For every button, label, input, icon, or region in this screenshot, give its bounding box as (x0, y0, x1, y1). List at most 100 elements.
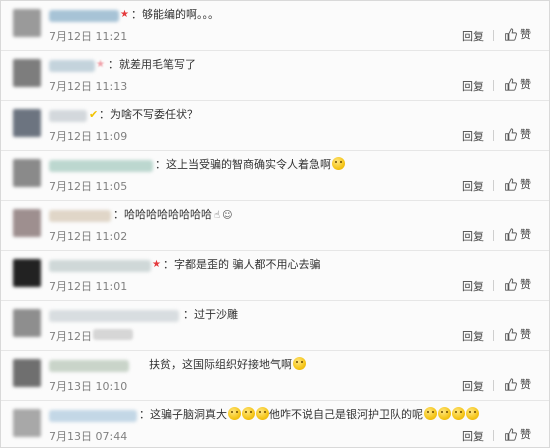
reply-button[interactable]: 回复 (462, 378, 484, 394)
comment-timestamp: 7月12日 11:01 (49, 280, 128, 293)
emoji-face-icon (293, 357, 306, 370)
like-label: 赞 (520, 128, 531, 141)
like-label: 赞 (520, 378, 531, 391)
reply-button[interactable]: 回复 (462, 328, 484, 344)
comment-row: ★ ：字都是歪的 骗人都不用心去骗 7月12日 11:01 回复 赞 (1, 251, 549, 301)
thumbs-up-icon (505, 327, 517, 341)
comment-timestamp: 7月13日 10:10 (49, 380, 128, 393)
avatar[interactable] (13, 359, 41, 387)
comment-row: ★ ：就差用毛笔写了 7月12日 11:13 回复 赞 (1, 51, 549, 101)
emoji-face-icon (228, 407, 241, 420)
like-button[interactable]: 赞 (504, 26, 531, 42)
avatar[interactable] (13, 209, 41, 237)
comment-text: 扶贫，这国际组织好接地气啊 (149, 357, 306, 373)
reply-button[interactable]: 回复 (462, 428, 484, 444)
thumbs-up-icon (505, 127, 517, 141)
divider (493, 130, 494, 141)
comment-list: ★ ：够能编的啊。。。 7月12日 11:21 回复 赞 ★ ：就差用毛笔写了 … (0, 0, 550, 448)
avatar[interactable] (13, 59, 41, 87)
comment-row: ：哈哈哈哈哈哈哈哈 ☝ ☺ 7月12日 11:02 回复 赞 (1, 201, 549, 251)
star-badge-icon: ★ (120, 9, 129, 20)
like-button[interactable]: 赞 (504, 426, 531, 442)
emoji-face-icon (332, 157, 345, 170)
divider (493, 430, 494, 441)
star-badge-icon: ★ (96, 59, 105, 70)
comment-row: ✔ ：为啥不写委任状？ 7月12日 11:09 回复 赞 (1, 101, 549, 151)
avatar[interactable] (13, 309, 41, 337)
like-label: 赞 (520, 328, 531, 341)
comment-text: ：这上当受骗的智商确实令人着急啊 (155, 157, 345, 173)
username-blurred[interactable] (49, 310, 179, 322)
emoji-face-icon (466, 407, 479, 420)
like-button[interactable]: 赞 (504, 376, 531, 392)
like-button[interactable]: 赞 (504, 76, 531, 92)
username-blurred[interactable] (49, 210, 111, 222)
divider (493, 280, 494, 291)
thumbs-up-icon (505, 27, 517, 41)
username-blurred[interactable] (49, 260, 151, 272)
emoji-face-icon (438, 407, 451, 420)
comment-timestamp: 7月12日 11:13 (49, 80, 128, 93)
emoji-face-icon (256, 407, 269, 420)
divider (493, 330, 494, 341)
emoji-face-icon (424, 407, 437, 420)
comment-timestamp: 7月12日 11:09 (49, 130, 128, 143)
like-label: 赞 (520, 228, 531, 241)
like-button[interactable]: 赞 (504, 176, 531, 192)
comment-text: ：为啥不写委任状？ (99, 108, 198, 121)
reply-button[interactable]: 回复 (462, 228, 484, 244)
like-button[interactable]: 赞 (504, 326, 531, 342)
reply-button[interactable]: 回复 (462, 78, 484, 94)
comment-row: ：这上当受骗的智商确实令人着急啊 7月12日 11:05 回复 赞 (1, 151, 549, 201)
comment-text: ：够能编的啊。。。 (131, 8, 219, 21)
emoji-face-icon (452, 407, 465, 420)
username-blurred[interactable] (49, 110, 87, 122)
avatar[interactable] (13, 9, 41, 37)
username-blurred[interactable] (49, 360, 129, 372)
like-label: 赞 (520, 78, 531, 91)
avatar[interactable] (13, 409, 41, 437)
vip-badge-icon: ✔ (89, 108, 99, 121)
like-label: 赞 (520, 178, 531, 191)
like-label: 赞 (520, 28, 531, 41)
like-label: 赞 (520, 278, 531, 291)
comment-text: ：过于沙雕 (183, 308, 238, 321)
divider (493, 80, 494, 91)
face-icon: ☺ (222, 210, 233, 221)
emoji-face-icon (242, 407, 255, 420)
avatar[interactable] (13, 109, 41, 137)
comment-text: ：这骗子脑洞真大 他咋不说自己是银河护卫队的呢 (139, 407, 479, 423)
reply-button[interactable]: 回复 (462, 28, 484, 44)
divider (493, 180, 494, 191)
like-button[interactable]: 赞 (504, 126, 531, 142)
comment-timestamp: 7月12日 11:21 (49, 30, 128, 43)
like-button[interactable]: 赞 (504, 276, 531, 292)
comment-row: ★ ：够能编的啊。。。 7月12日 11:21 回复 赞 (1, 1, 549, 51)
username-blurred[interactable] (49, 410, 137, 422)
thumbs-up-icon (505, 277, 517, 291)
divider (493, 380, 494, 391)
thumbs-up-icon (505, 377, 517, 391)
divider (493, 230, 494, 241)
reply-button[interactable]: 回复 (462, 128, 484, 144)
time-blurred (93, 329, 133, 340)
thumbs-up-icon (505, 227, 517, 241)
thumbs-up-icon (505, 177, 517, 191)
comment-timestamp: 7月12日 11:05 (49, 180, 128, 193)
reply-button[interactable]: 回复 (462, 278, 484, 294)
comment-timestamp: 7月13日 07:44 (49, 430, 128, 443)
comment-row: 扶贫，这国际组织好接地气啊 7月13日 10:10 回复 赞 (1, 351, 549, 401)
comment-row: ：过于沙雕 7月12日 回复 赞 (1, 301, 549, 351)
avatar[interactable] (13, 159, 41, 187)
username-blurred[interactable] (49, 60, 95, 72)
avatar[interactable] (13, 259, 41, 287)
star-badge-icon: ★ (152, 259, 161, 270)
username-blurred[interactable] (49, 10, 119, 22)
comment-text: ：就差用毛笔写了 (108, 58, 196, 71)
hand-icon: ☝ (214, 210, 221, 221)
like-button[interactable]: 赞 (504, 226, 531, 242)
reply-button[interactable]: 回复 (462, 178, 484, 194)
comment-timestamp: 7月12日 (49, 330, 92, 343)
username-blurred[interactable] (49, 160, 153, 172)
thumbs-up-icon (505, 77, 517, 91)
